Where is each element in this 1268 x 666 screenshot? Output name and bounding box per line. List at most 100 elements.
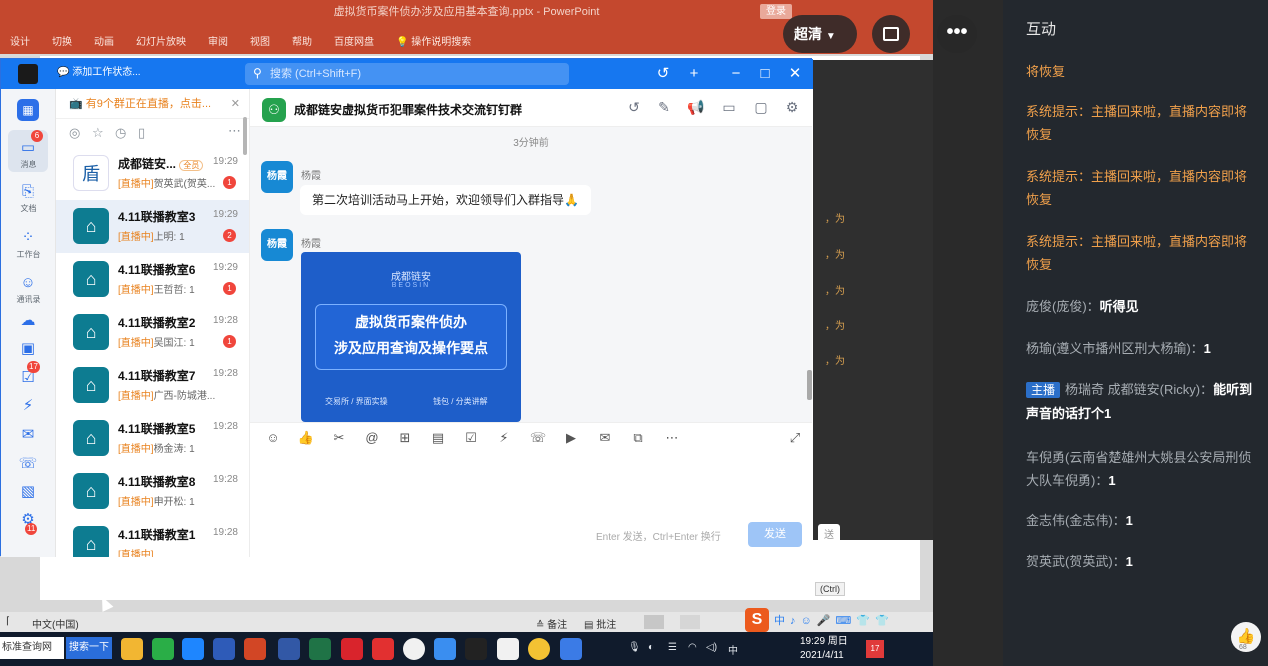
mic-icon: 🎙	[628, 642, 641, 653]
unread-badge: 2	[223, 229, 236, 242]
quality-button[interactable]: 超清 ▼	[783, 15, 857, 53]
ppt-behind-text: ，为	[825, 321, 845, 332]
app-white-icon	[497, 638, 519, 660]
maximize-icon: □	[760, 65, 770, 82]
nav-badge: 17	[27, 361, 40, 373]
folder-add-icon: ⊞	[399, 430, 411, 445]
conversation-item[interactable]: ⌂ 4.11联播教室2 19:28 [直播中]吴国江: 1 1	[56, 306, 249, 359]
cloud-icon: ☁	[20, 312, 36, 329]
group-avatar: ⌂	[73, 208, 109, 244]
group-avatar: ⌂	[73, 314, 109, 350]
conversation-item[interactable]: ⌂ 4.11联播教室7 19:28 [直播中]广西-防城港...	[56, 359, 249, 412]
chat-message: 系统提示：主播回来啦，直播内容即将恢复	[1026, 100, 1256, 146]
app-red-icon	[341, 638, 363, 660]
unread-badge: 1	[223, 282, 236, 295]
ppt-notes: ≙ 备注	[536, 620, 568, 631]
system-text: 系统提示：主播回来啦，直播内容即将恢复	[1026, 234, 1248, 272]
clock-date: 2021/4/11	[800, 650, 844, 661]
conversation-name: 4.11联播教室6	[118, 263, 196, 277]
chat-message: 贺英武(贺英武)：1	[1026, 550, 1256, 573]
emoji-icon: ☺	[266, 430, 280, 445]
mail-icon: ✉	[599, 430, 611, 445]
system-text: 将恢复	[1026, 64, 1066, 79]
conversation-preview: [直播中]王哲哲: 1	[118, 285, 195, 296]
mail-icon: ✉	[21, 426, 35, 443]
live-icon: ▶	[566, 430, 576, 445]
conversation-item[interactable]: ⌂ 4.11联播教室5 19:28 [直播中]杨金涛: 1	[56, 412, 249, 465]
calendar-icon: ▣	[20, 340, 36, 357]
more-button[interactable]: •••	[937, 15, 977, 53]
ribbon-tab: 百度网盘	[334, 36, 374, 48]
box-icon: ▧	[20, 483, 36, 500]
conversation-name: 成都链安... 全员	[118, 155, 204, 172]
slide-icon: ⌈	[6, 616, 10, 627]
conversation-item[interactable]: ⌂ 4.11联播教室6 19:29 [直播中]王哲哲: 1 1	[56, 253, 249, 306]
nav-badge: 6	[31, 130, 43, 142]
sender-avatar: 杨霞	[261, 229, 293, 261]
conversation-name: 4.11联播教室3	[118, 210, 196, 224]
ppt-send-ghost: 送	[818, 524, 840, 543]
chat-message: 主播 杨瑞奇 成都链安(Ricky)：能听到声音的话打个1	[1026, 378, 1256, 425]
conversation-time: 19:29	[212, 262, 238, 273]
tray-icon: ◐	[648, 642, 655, 653]
chrome-icon	[403, 638, 425, 660]
ding-icon: ⚡	[22, 397, 34, 414]
conversation-time: 19:29	[212, 156, 238, 167]
group-avatar: ⚇	[262, 98, 286, 122]
ribbon-tab: 审阅	[208, 36, 228, 48]
nav-label-contacts: 通讯录	[16, 295, 41, 304]
message-text: 1	[1108, 473, 1116, 488]
ribbon-tab: 设计	[10, 36, 30, 48]
qq-icon	[465, 638, 487, 660]
group-avatar: ⌂	[73, 261, 109, 297]
search-icon: ⚲	[253, 66, 262, 80]
ppt-title-text: 虚拟货币案件侦办涉及应用基本查询.pptx - PowerPoint	[333, 6, 600, 18]
card-title-line2: 涉及应用查询及操作要点	[334, 340, 488, 356]
rotate-button[interactable]	[872, 15, 910, 53]
sorter-view-icon	[680, 615, 700, 629]
sogou-ime-icon: S	[745, 608, 769, 632]
card-tag: 交易所 / 界面实操	[325, 397, 388, 406]
conversation-item[interactable]: ⌂ 4.11联播教室1 19:28 [直播中]	[56, 518, 249, 557]
host-tag: 主播	[1026, 382, 1061, 398]
group-avatar: ⌂	[73, 420, 109, 456]
document-icon: ⎘	[21, 183, 34, 200]
all-staff-tag: 全员	[179, 160, 204, 171]
chat-header: ⚇ 成都链安虚拟货币犯罪案件技术交流钉钉群 ↺ ✎ 📢 ▭ ▢ ⚙	[250, 89, 812, 127]
add-icon: +	[689, 65, 699, 82]
excel-icon	[309, 638, 331, 660]
file-icon: ▯	[138, 125, 146, 140]
contacts-icon: ☺	[20, 274, 36, 291]
thumbs-up-icon: 👍	[297, 430, 315, 445]
conversation-name: 4.11联播教室1	[118, 528, 196, 542]
send-hint: Enter 发送，Ctrl+Enter 换行	[596, 532, 721, 543]
conversation-item[interactable]: ⌂ 4.11联播教室8 19:28 [直播中]申开松: 1	[56, 465, 249, 518]
dingtalk-window: 💬 添加工作状态... 搜索 (Ctrl+Shift+F) ⚲ ↺ + − □ …	[0, 58, 813, 557]
ime-toolbar: 中♪☺🎤⌨👕👕	[774, 615, 894, 627]
list-scrollbar	[243, 117, 247, 155]
image-message: 成都链安 BEOSIN 虚拟货币案件侦办 涉及应用查询及操作要点 交易所 / 界…	[301, 252, 521, 422]
message-text: 1	[1125, 513, 1133, 528]
history-icon: ↺	[628, 99, 640, 115]
ribbon-tab: 视图	[250, 36, 270, 48]
normal-view-icon	[644, 615, 664, 629]
conversation-name: 4.11联播教室2	[118, 316, 196, 330]
sender-avatar: 杨霞	[261, 161, 293, 193]
conversation-item[interactable]: ⌂ 4.11联播教室3 19:29 [直播中]上明: 1 2	[56, 200, 249, 253]
system-text: 系统提示：主播回来啦，直播内容即将恢复	[1026, 104, 1248, 142]
apps-grid-icon: ▦	[17, 99, 39, 121]
taskbar-search-button: 搜索一下	[66, 637, 112, 659]
card-logo: 成都链安	[391, 272, 431, 283]
nav-label-workbench: 工作台	[16, 250, 41, 259]
ppt-behind-text: ，为	[825, 250, 845, 261]
chat-message: 系统提示：主播回来啦，直播内容即将恢复	[1026, 230, 1256, 276]
dingtalk-sidebar: ▦ ▭ 6 消息 ⎘ 文档 ⁘ 工作台 ☺ 通讯录 ☁ ▣ ☑ 17 ⚡ ✉ ☏…	[1, 89, 56, 557]
card-logo-en: BEOSIN	[391, 282, 431, 289]
conversation-item[interactable]: 盾成都链安... 全员 19:29 [直播中]贺英武(贺英... 1	[56, 147, 249, 200]
mention-icon: @	[365, 430, 379, 445]
card-tag: 钱包 / 分类讲解	[433, 397, 488, 406]
more-icon: ⋯	[228, 123, 241, 138]
xmind-icon	[372, 638, 394, 660]
ppt-login-button: 登录	[760, 4, 792, 19]
ppt-side-panel	[813, 60, 933, 540]
